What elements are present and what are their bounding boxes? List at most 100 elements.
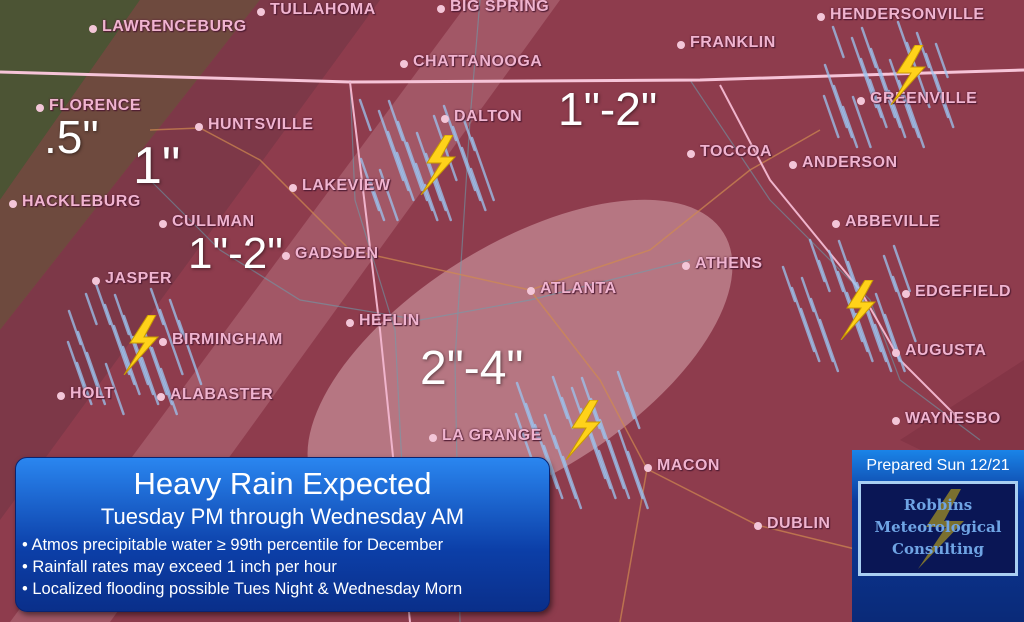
info-title: Heavy Rain Expected: [133, 466, 432, 501]
city-name: LA GRANGE: [442, 427, 542, 444]
city-dot: [892, 417, 900, 425]
info-bullet: • Localized flooding possible Tues Night…: [22, 580, 463, 598]
logo-text: Robbins: [903, 496, 973, 514]
city-label: HUNTSVILLE: [195, 116, 313, 134]
city-dot: [400, 60, 408, 68]
city-name: EDGEFIELD: [915, 283, 1012, 300]
info-bullet: • Atmos precipitable water ≥ 99th percen…: [22, 536, 444, 554]
city-label: ALABASTER: [157, 386, 274, 404]
city-label: TULLAHOMA: [257, 1, 376, 19]
brand-panel: Prepared Sun 12/21 Robbins Meteorologica…: [852, 450, 1024, 622]
city-name: HACKLEBURG: [22, 193, 141, 210]
city-dot: [57, 392, 65, 400]
city-dot: [195, 123, 203, 131]
city-name: TULLAHOMA: [270, 1, 376, 18]
city-dot: [437, 5, 445, 13]
total-label: .5": [44, 111, 99, 163]
city-dot: [157, 393, 165, 401]
city-name: HOLT: [70, 385, 115, 402]
city-name: ALABASTER: [170, 386, 274, 403]
city-name: AUGUSTA: [905, 342, 987, 359]
total-label: 2"-4": [420, 342, 524, 395]
city-dot: [257, 8, 265, 16]
city-name: ATLANTA: [540, 280, 617, 297]
info-box: Heavy Rain Expected Tuesday PM through W…: [15, 457, 550, 612]
total-label: 1"-2": [188, 229, 283, 278]
city-label: FRANKLIN: [677, 34, 776, 52]
city-label: ATLANTA: [527, 280, 617, 298]
lightning-bolt-icon: [835, 279, 879, 341]
city-label: MACON: [644, 457, 720, 475]
city-dot: [817, 13, 825, 21]
city-dot: [289, 184, 297, 192]
city-label: ABBEVILLE: [832, 213, 941, 231]
city-dot: [857, 97, 865, 105]
city-dot: [429, 434, 437, 442]
total-label: 1": [133, 137, 181, 195]
city-name: DALTON: [454, 108, 523, 125]
city-name: BIRMINGHAM: [172, 331, 283, 348]
city-name: JASPER: [105, 270, 173, 287]
city-label: LA GRANGE: [429, 427, 542, 445]
city-name: FRANKLIN: [690, 34, 776, 51]
city-dot: [9, 200, 17, 208]
city-name: ABBEVILLE: [845, 213, 941, 230]
lightning-bolt-icon: [885, 44, 929, 106]
city-label: JASPER: [92, 270, 173, 288]
city-dot: [441, 115, 449, 123]
city-label: DALTON: [441, 108, 523, 126]
city-dot: [346, 319, 354, 327]
city-label: GADSDEN: [282, 245, 379, 263]
city-name: TOCCOA: [700, 143, 773, 160]
city-name: CULLMAN: [172, 213, 255, 230]
city-label: BIG SPRING: [437, 0, 550, 16]
lightning-bolt-icon: [118, 314, 162, 376]
city-label: CHATTANOOGA: [400, 53, 542, 71]
city-label: HOLT: [57, 385, 115, 403]
city-dot: [36, 104, 44, 112]
lightning-bolt-icon: [560, 399, 604, 461]
city-label: ATHENS: [682, 255, 763, 273]
city-name: WAYNESBO: [905, 410, 1001, 427]
city-dot: [89, 25, 97, 33]
city-dot: [644, 464, 652, 472]
city-dot: [902, 290, 910, 298]
city-dot: [527, 287, 535, 295]
city-dot: [789, 161, 797, 169]
city-name: LAKEVIEW: [302, 177, 391, 194]
prepared-date: Prepared Sun 12/21: [866, 457, 1010, 474]
info-bullet: • Rainfall rates may exceed 1 inch per h…: [22, 558, 337, 576]
city-dot: [677, 41, 685, 49]
city-label: HENDERSONVILLE: [817, 6, 985, 24]
city-dot: [682, 262, 690, 270]
city-dot: [282, 252, 290, 260]
city-name: LAWRENCEBURG: [102, 18, 247, 35]
city-name: ANDERSON: [802, 154, 898, 171]
city-name: DUBLIN: [767, 515, 831, 532]
city-label: WAYNESBO: [892, 410, 1001, 428]
city-name: HEFLIN: [359, 312, 420, 329]
city-dot: [832, 220, 840, 228]
city-label: HEFLIN: [346, 312, 420, 330]
city-dot: [92, 277, 100, 285]
total-label: 1"-2": [558, 83, 658, 135]
city-label: LAWRENCEBURG: [89, 18, 247, 36]
lightning-bolt-icon: [415, 134, 459, 196]
logo-text: Meteorological: [874, 518, 1002, 536]
city-label: DUBLIN: [754, 515, 831, 533]
city-name: GADSDEN: [295, 245, 379, 262]
city-dot: [687, 150, 695, 158]
city-dot: [892, 349, 900, 357]
city-label: TOCCOA: [687, 143, 773, 161]
city-label: EDGEFIELD: [902, 283, 1012, 301]
city-dot: [754, 522, 762, 530]
info-subtitle: Tuesday PM through Wednesday AM: [100, 504, 465, 529]
logo-text: Consulting: [892, 540, 984, 558]
city-label: BIRMINGHAM: [159, 331, 283, 349]
city-label: AUGUSTA: [892, 342, 987, 360]
city-label: LAKEVIEW: [289, 177, 391, 195]
city-label: HACKLEBURG: [9, 193, 141, 211]
city-name: HENDERSONVILLE: [830, 6, 985, 23]
city-name: BIG SPRING: [450, 0, 550, 15]
city-name: MACON: [657, 457, 720, 474]
